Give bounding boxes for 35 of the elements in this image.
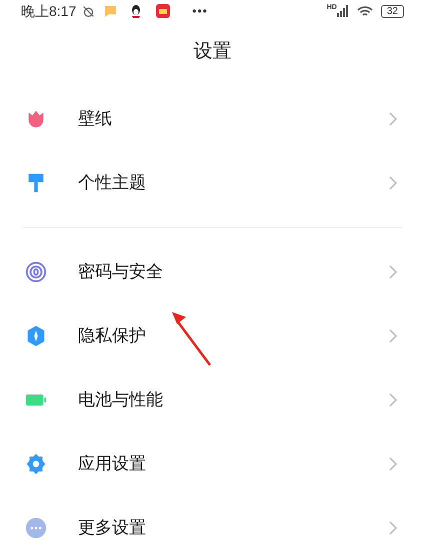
chevron-right-icon	[389, 456, 397, 470]
penguin-icon	[130, 4, 142, 18]
settings-item[interactable]: 个性主题	[0, 150, 425, 214]
settings-item[interactable]: 壁纸	[0, 86, 425, 150]
signal-icon	[336, 5, 349, 17]
chevron-right-icon	[389, 520, 397, 534]
page-title: 设置	[194, 40, 232, 64]
gear-icon	[25, 452, 47, 474]
item-label: 个性主题	[78, 172, 147, 194]
item-label: 更多设置	[78, 516, 147, 539]
settings-item[interactable]: 应用设置	[0, 432, 425, 496]
chevron-right-icon	[389, 328, 397, 342]
fingerprint-icon	[25, 260, 47, 282]
battery-indicator: 32	[380, 4, 404, 18]
wifi-icon	[356, 4, 373, 18]
settings-item[interactable]: 电池与性能	[0, 368, 425, 432]
settings-item[interactable]: 隐私保护	[0, 304, 425, 368]
chevron-right-icon	[389, 112, 397, 126]
chevron-right-icon	[389, 176, 397, 190]
chevron-right-icon	[389, 392, 397, 406]
item-label: 密码与安全	[78, 260, 164, 283]
app-icon	[156, 4, 170, 18]
settings-item[interactable]: 密码与安全	[0, 240, 425, 304]
status-time: 晚上8:17	[21, 2, 76, 20]
item-label: 应用设置	[78, 452, 147, 475]
more-notifications: •••	[192, 3, 208, 20]
more-icon	[25, 516, 47, 538]
chevron-right-icon	[389, 264, 397, 278]
settings-item[interactable]: 更多设置	[0, 496, 425, 555]
message-icon	[105, 6, 116, 16]
item-label: 壁纸	[78, 108, 113, 130]
shield-icon	[25, 324, 47, 346]
item-label: 电池与性能	[78, 388, 164, 411]
alarm-off-icon	[82, 4, 96, 18]
item-label: 隐私保护	[78, 324, 147, 347]
